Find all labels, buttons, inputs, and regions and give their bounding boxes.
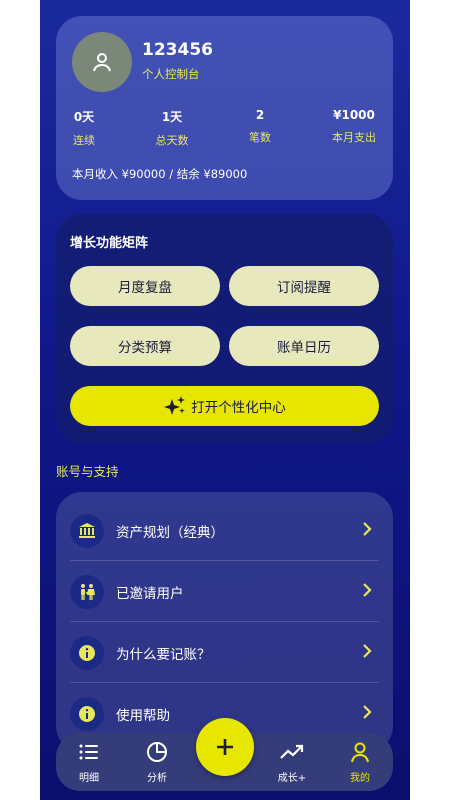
username: 123456 xyxy=(142,40,213,60)
user-icon xyxy=(351,742,369,763)
monthly-review-button[interactable]: 月度复盘 xyxy=(70,266,220,306)
menu-item-invited-users[interactable]: 已邀请用户 xyxy=(70,561,379,622)
stat-monthly-expense: ¥1000 本月支出 xyxy=(314,108,394,145)
category-budget-button[interactable]: 分类预算 xyxy=(70,326,220,366)
users-icon xyxy=(70,575,104,609)
stat-label: 连续 xyxy=(73,134,95,147)
nav-item-details[interactable]: 明细 xyxy=(64,741,114,784)
stat-count: 2 笔数 xyxy=(220,108,300,145)
list-icon xyxy=(79,744,98,760)
stat-label: 本月支出 xyxy=(332,131,376,144)
stat-value: 0天 xyxy=(73,110,95,124)
info-icon xyxy=(70,697,104,731)
pie-chart-icon xyxy=(147,742,167,762)
menu-item-asset-planning[interactable]: 资产规划（经典） xyxy=(70,500,379,561)
personalization-center-label: 打开个性化中心 xyxy=(191,400,286,416)
stat-label: 笔数 xyxy=(249,131,271,144)
nav-item-analysis[interactable]: 分析 xyxy=(132,741,182,784)
subscription-reminder-button[interactable]: 订阅提醒 xyxy=(229,266,379,306)
stat-total-days: 1天 总天数 xyxy=(132,108,212,148)
stat-value: 2 xyxy=(255,108,265,122)
bank-icon xyxy=(70,514,104,548)
profile-card: 123456 个人控制台 0天 连续 1天 总天数 2 笔数 ¥1000 本月支… xyxy=(56,16,393,200)
nav-item-me[interactable]: 我的 xyxy=(335,741,385,784)
support-section-title: 账号与支持 xyxy=(56,464,119,479)
plus-icon xyxy=(217,739,233,755)
nav-label: 明细 xyxy=(79,773,99,784)
income-summary: 本月收入 ¥90000 / 结余 ¥89000 xyxy=(72,167,248,181)
stat-value: 1天 xyxy=(161,110,183,124)
personalization-center-button[interactable]: 打开个性化中心 xyxy=(70,386,379,426)
add-record-button[interactable] xyxy=(196,718,254,776)
chevron-right-icon xyxy=(363,522,372,536)
sparkle-icon xyxy=(164,396,186,415)
menu-item-why-bookkeeping[interactable]: 为什么要记账？ xyxy=(70,622,379,683)
chevron-right-icon xyxy=(363,644,372,658)
nav-label: 我的 xyxy=(350,773,370,784)
console-subtitle: 个人控制台 xyxy=(142,67,200,81)
app-screen: 123456 个人控制台 0天 连续 1天 总天数 2 笔数 ¥1000 本月支… xyxy=(40,0,410,800)
menu-item-label: 资产规划（经典） xyxy=(116,525,224,541)
trending-up-icon xyxy=(280,744,304,759)
menu-item-label: 为什么要记账？ xyxy=(116,647,211,663)
info-icon xyxy=(70,636,104,670)
nav-label: 成长+ xyxy=(277,773,307,784)
nav-label: 分析 xyxy=(147,773,167,784)
stat-streak: 0天 连续 xyxy=(44,108,124,148)
nav-item-growth[interactable]: 成长+ xyxy=(267,741,317,784)
menu-item-label: 使用帮助 xyxy=(116,708,170,724)
user-icon xyxy=(93,53,111,72)
chevron-right-icon xyxy=(363,705,372,719)
stat-label: 总天数 xyxy=(155,134,189,147)
stat-value: ¥1000 xyxy=(333,108,375,122)
bill-calendar-button[interactable]: 账单日历 xyxy=(229,326,379,366)
chevron-right-icon xyxy=(363,583,372,597)
growth-card: 增长功能矩阵 月度复盘 订阅提醒 分类预算 账单日历 打开个性化中心 xyxy=(56,214,393,444)
support-menu: 资产规划（经典） 已邀请用户 为什么要记账？ 使用帮助 xyxy=(56,492,393,752)
growth-title: 增长功能矩阵 xyxy=(70,236,149,251)
menu-item-label: 已邀请用户 xyxy=(116,586,184,602)
avatar[interactable] xyxy=(72,32,132,92)
